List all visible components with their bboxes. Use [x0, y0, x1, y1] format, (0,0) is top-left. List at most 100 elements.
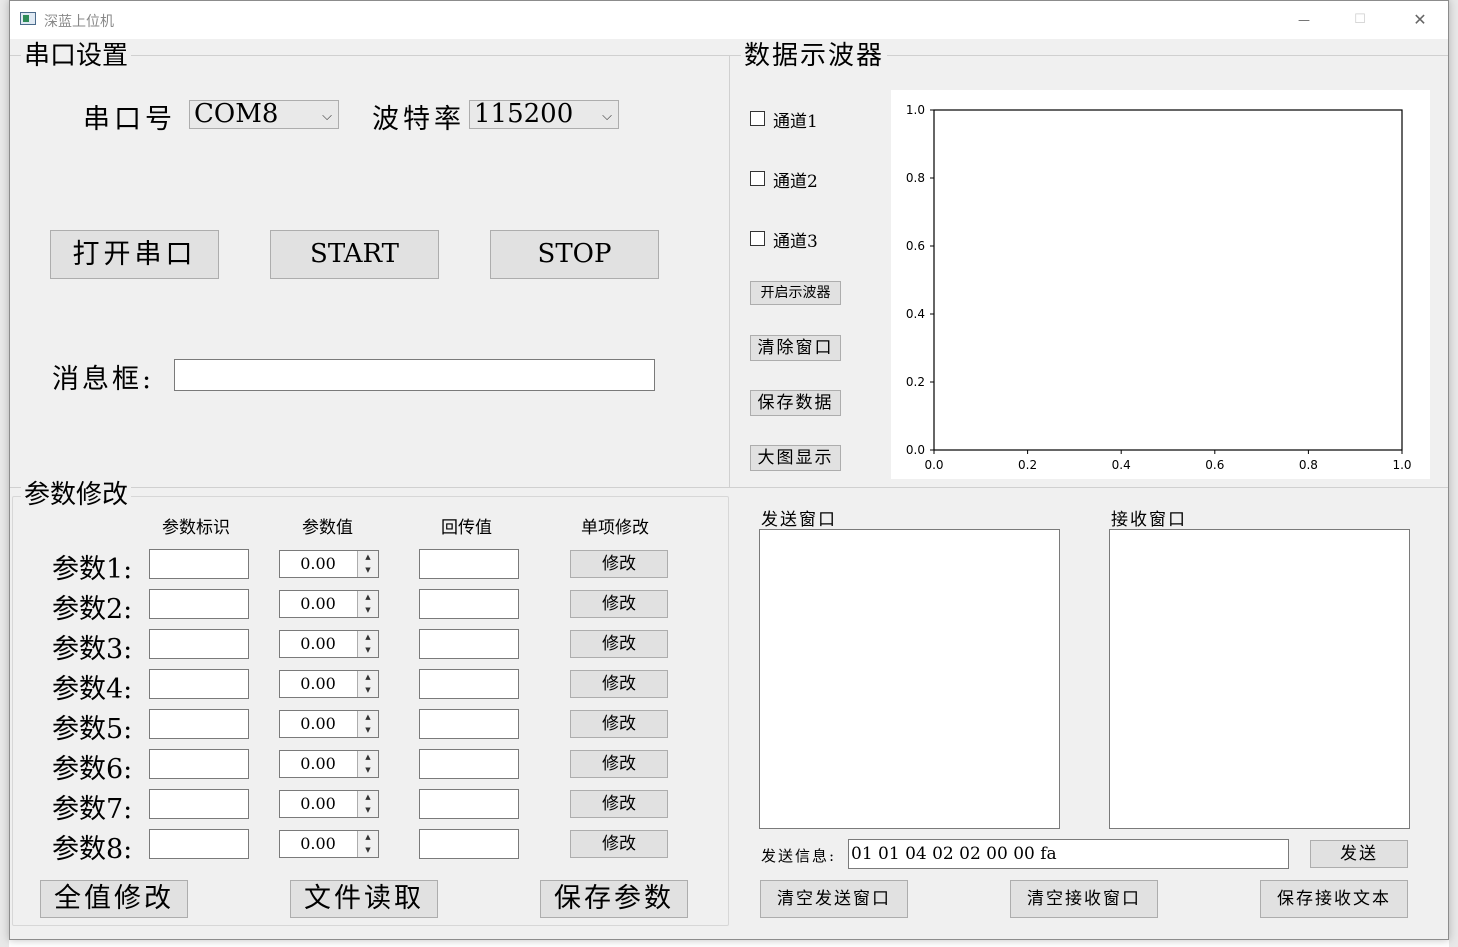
modify-button[interactable]: 修改 [570, 710, 668, 738]
app-icon [20, 12, 36, 25]
param-id-input[interactable] [149, 749, 249, 779]
close-button[interactable]: ✕ [1408, 9, 1432, 31]
param-row-label: 参数5: [52, 714, 133, 745]
port-select[interactable]: COM8 ⌵ [189, 100, 339, 129]
return-value-field[interactable] [419, 709, 519, 739]
clear-send-button[interactable]: 清空发送窗口 [760, 880, 908, 918]
spin-up-icon[interactable]: ▲ [357, 631, 378, 645]
spin-down-icon[interactable]: ▼ [357, 684, 378, 697]
spin-up-icon[interactable]: ▲ [357, 671, 378, 685]
open-port-button[interactable]: 打开串口 [50, 230, 219, 279]
baud-select[interactable]: 115200 ⌵ [469, 100, 619, 129]
port-select-value: COM8 [194, 99, 279, 129]
spin-down-icon[interactable]: ▼ [357, 804, 378, 817]
param-id-input[interactable] [149, 709, 249, 739]
serial-group-title: 串口设置 [21, 41, 132, 71]
param-row-label: 参数4: [52, 674, 133, 705]
spin-up-icon[interactable]: ▲ [357, 791, 378, 805]
param-value-spinbox[interactable]: 0.00 ▲ ▼ [279, 710, 379, 738]
spin-down-icon[interactable]: ▼ [357, 844, 378, 857]
channel-1-checkbox[interactable] [750, 111, 765, 126]
spin-down-icon[interactable]: ▼ [357, 564, 378, 577]
clear-receive-button[interactable]: 清空接收窗口 [1010, 880, 1158, 918]
window-title: 深蓝上位机 [44, 14, 114, 30]
return-value-field[interactable] [419, 589, 519, 619]
send-info-input[interactable]: 01 01 04 02 02 00 00 fa [848, 839, 1289, 869]
param-value-text: 0.00 [300, 554, 336, 573]
send-window[interactable] [759, 529, 1060, 829]
param-value-spinbox[interactable]: 0.00 ▲ ▼ [279, 830, 379, 858]
spin-up-icon[interactable]: ▲ [357, 751, 378, 765]
param-value-spinbox[interactable]: 0.00 ▲ ▼ [279, 790, 379, 818]
desktop-background [0, 0, 9, 947]
spin-down-icon[interactable]: ▼ [357, 644, 378, 657]
main-window: 深蓝上位机 — ☐ ✕ 串口设置 串口号 COM8 ⌵ 波特率 115200 ⌵… [9, 0, 1449, 940]
modify-button[interactable]: 修改 [570, 790, 668, 818]
param-value-spinbox[interactable]: 0.00 ▲ ▼ [279, 750, 379, 778]
center-separator-top [729, 55, 730, 487]
channel-2-label: 通道2 [773, 172, 818, 192]
clear-window-button[interactable]: 清除窗口 [750, 335, 841, 361]
save-data-button[interactable]: 保存数据 [750, 390, 841, 416]
modify-button[interactable]: 修改 [570, 670, 668, 698]
param-row-label: 参数6: [52, 754, 133, 785]
save-params-button[interactable]: 保存参数 [540, 880, 688, 918]
header-param-value: 参数值 [302, 518, 353, 538]
stop-button[interactable]: STOP [490, 230, 659, 279]
modify-button[interactable]: 修改 [570, 830, 668, 858]
header-param-id: 参数标识 [162, 518, 230, 538]
return-value-field[interactable] [419, 749, 519, 779]
message-label: 消息框: [52, 364, 155, 395]
param-value-spinbox[interactable]: 0.00 ▲ ▼ [279, 670, 379, 698]
return-value-field[interactable] [419, 829, 519, 859]
modify-button[interactable]: 修改 [570, 750, 668, 778]
modify-button[interactable]: 修改 [570, 590, 668, 618]
param-id-input[interactable] [149, 549, 249, 579]
channel-2-checkbox[interactable] [750, 171, 765, 186]
param-id-input[interactable] [149, 789, 249, 819]
middle-separator [10, 487, 1448, 488]
modify-button[interactable]: 修改 [570, 630, 668, 658]
spin-down-icon[interactable]: ▼ [357, 764, 378, 777]
param-value-spinbox[interactable]: 0.00 ▲ ▼ [279, 550, 379, 578]
x-tick-label: 0.4 [1112, 458, 1131, 472]
param-id-input[interactable] [149, 629, 249, 659]
x-tick-label: 0.8 [1299, 458, 1318, 472]
spin-up-icon[interactable]: ▲ [357, 591, 378, 605]
spin-down-icon[interactable]: ▼ [357, 724, 378, 737]
send-button[interactable]: 发送 [1310, 840, 1408, 868]
plot-frame [933, 109, 1403, 451]
param-value-text: 0.00 [300, 754, 336, 773]
y-tick-label: 0.6 [906, 239, 925, 253]
header-return-value: 回传值 [441, 518, 492, 538]
modify-all-button[interactable]: 全值修改 [40, 880, 188, 918]
return-value-field[interactable] [419, 789, 519, 819]
return-value-field[interactable] [419, 549, 519, 579]
save-receive-button[interactable]: 保存接收文本 [1260, 880, 1408, 918]
param-id-input[interactable] [149, 669, 249, 699]
y-tick-label: 0.2 [906, 375, 925, 389]
channel-3-checkbox[interactable] [750, 231, 765, 246]
open-scope-button[interactable]: 开启示波器 [750, 281, 841, 305]
spin-up-icon[interactable]: ▲ [357, 831, 378, 845]
maximize-button[interactable]: ☐ [1348, 9, 1372, 31]
x-tick-label: 0.0 [924, 458, 943, 472]
start-button[interactable]: START [270, 230, 439, 279]
return-value-field[interactable] [419, 629, 519, 659]
message-box[interactable] [174, 359, 655, 391]
minimize-button[interactable]: — [1292, 9, 1316, 31]
param-value-spinbox[interactable]: 0.00 ▲ ▼ [279, 590, 379, 618]
param-id-input[interactable] [149, 829, 249, 859]
receive-window[interactable] [1109, 529, 1410, 829]
spin-up-icon[interactable]: ▲ [357, 711, 378, 725]
file-read-button[interactable]: 文件读取 [290, 880, 438, 918]
oscilloscope-chart: 0.0 0.2 0.4 0.6 0.8 1.0 0.0 0.2 0.4 0.6 0.8 1.0 [906, 103, 1412, 472]
spin-up-icon[interactable]: ▲ [357, 551, 378, 565]
spin-down-icon[interactable]: ▼ [357, 604, 378, 617]
param-value-text: 0.00 [300, 634, 336, 653]
param-value-spinbox[interactable]: 0.00 ▲ ▼ [279, 630, 379, 658]
modify-button[interactable]: 修改 [570, 550, 668, 578]
big-view-button[interactable]: 大图显示 [750, 445, 841, 471]
return-value-field[interactable] [419, 669, 519, 699]
param-id-input[interactable] [149, 589, 249, 619]
